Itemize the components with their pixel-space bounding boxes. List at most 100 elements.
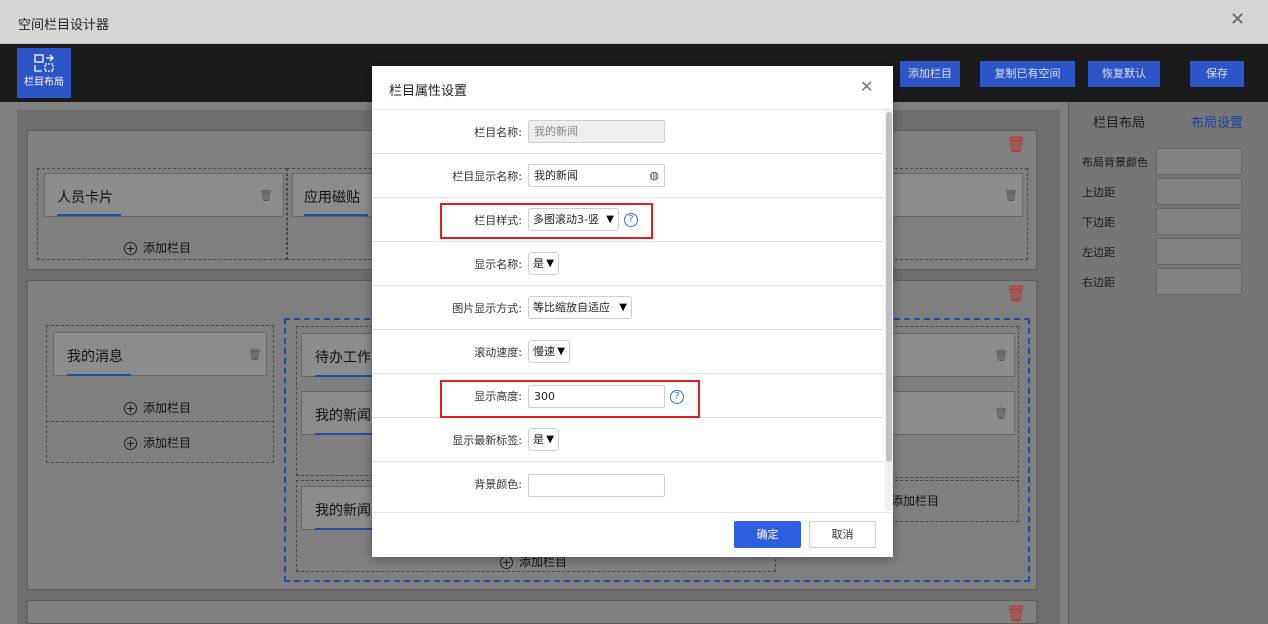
form-row: 背景颜色: [372, 462, 884, 506]
add-column-link[interactable]: + 添加栏目 [124, 239, 191, 256]
add-column-link-label: 添加栏目 [143, 436, 192, 450]
field-label: 上边距 [1082, 186, 1115, 199]
add-column-link-label: 添加栏目 [143, 241, 192, 255]
image-display-value: 等比缩放自适应 [533, 301, 610, 314]
form-label: 图片显示方式: [452, 302, 522, 315]
column-card-title: 我的新闻 [315, 408, 371, 424]
plus-circle-icon: + [124, 402, 137, 415]
column-card-title: 人员卡片 [57, 190, 113, 206]
layout-button[interactable]: 栏目布局 [17, 48, 71, 98]
dialog-close-icon[interactable]: ✕ [860, 77, 873, 96]
add-column-button[interactable]: 添加栏目 [900, 61, 960, 87]
delete-column-icon[interactable]: 🗑 [994, 407, 1008, 420]
tab-column-layout[interactable]: 栏目布局 [1093, 112, 1145, 131]
form-label: 背景颜色: [474, 478, 522, 491]
show-name-value: 是 [533, 257, 544, 270]
add-column-link[interactable]: 添加栏目 [891, 492, 939, 509]
card-underline [315, 528, 375, 530]
globe-icon[interactable]: ◍ [649, 165, 659, 186]
display-name-value: 我的新闻 [534, 169, 578, 182]
delete-column-icon[interactable]: 🗑 [248, 348, 262, 361]
window-close-icon[interactable]: ✕ [1230, 9, 1245, 30]
form-row: 显示名称: 是 ▼ [372, 242, 884, 286]
form-row: 栏目名称: 我的新闻 [372, 110, 884, 154]
scrollbar-thumb[interactable] [886, 112, 892, 462]
dialog-header: 栏目属性设置 ✕ [372, 66, 893, 110]
form-row: 图片显示方式: 等比缩放自适应 ▼ [372, 286, 884, 330]
left-margin-field[interactable] [1156, 238, 1242, 265]
highlight-box [440, 380, 700, 418]
tab-layout-settings[interactable]: 布局设置 [1191, 112, 1243, 131]
column-name-input: 我的新闻 [528, 120, 665, 143]
highlight-box [440, 203, 653, 239]
add-column-link-label: 添加栏目 [891, 494, 940, 508]
top-margin-field[interactable] [1156, 178, 1242, 205]
layout-icon [34, 54, 54, 72]
add-column-link-label: 添加栏目 [143, 401, 192, 415]
chevron-down-icon: ▼ [546, 258, 554, 269]
card-underline [304, 214, 368, 216]
show-name-select[interactable]: 是 ▼ [528, 252, 559, 275]
form-label: 显示名称: [474, 258, 522, 271]
form-label: 栏目显示名称: [452, 170, 522, 183]
chevron-down-icon: ▼ [557, 346, 565, 357]
field-label: 布局背景颜色 [1082, 156, 1148, 169]
delete-column-icon[interactable]: 🗑 [259, 189, 273, 202]
column-card-title: 我的消息 [67, 349, 123, 365]
scroll-speed-value: 慢速 [533, 345, 555, 358]
dialog-footer-divider [372, 512, 893, 513]
save-button[interactable]: 保存 [1190, 61, 1244, 87]
dialog-title: 栏目属性设置 [389, 84, 468, 99]
card-underline [315, 375, 375, 377]
delete-row-icon[interactable]: 🗑 [1006, 135, 1026, 154]
plus-circle-icon: + [124, 437, 137, 450]
chevron-down-icon: ▼ [546, 434, 554, 445]
form-row: 栏目显示名称: 我的新闻 ◍ [372, 154, 884, 198]
copy-space-button[interactable]: 复制已有空间 [980, 61, 1075, 87]
plus-circle-icon: + [500, 556, 513, 569]
card-underline [315, 433, 375, 435]
delete-row-icon[interactable]: 🗑 [1006, 284, 1026, 303]
background-color-input[interactable] [528, 474, 665, 497]
delete-column-icon[interactable]: 🗑 [1004, 189, 1018, 202]
column-card-title: 待办工作 [315, 350, 371, 366]
form-row: 显示最新标签: 是 ▼ [372, 418, 884, 462]
column-card-title: 应用磁贴 [304, 190, 360, 206]
add-column-link-label: 添加栏目 [519, 555, 568, 569]
show-latest-tag-value: 是 [533, 433, 544, 446]
right-margin-field[interactable] [1156, 268, 1242, 295]
card-underline [67, 374, 131, 376]
restore-default-button[interactable]: 恢复默认 [1088, 61, 1160, 87]
column-properties-dialog: 栏目属性设置 ✕ 栏目名称: 我的新闻 栏目显示名称: 我的新闻 ◍ 栏目样式: … [372, 66, 893, 557]
bg-color-field[interactable] [1156, 148, 1242, 175]
column-card[interactable] [885, 173, 1023, 217]
window-title: 空间栏目设计器 [18, 18, 110, 33]
form-label: 滚动速度: [474, 346, 522, 359]
cancel-button[interactable]: 取消 [809, 521, 876, 548]
form-row: 滚动速度: 慢速 ▼ [372, 330, 884, 374]
delete-column-icon[interactable]: 🗑 [994, 349, 1008, 362]
right-settings-panel: 栏目布局 布局设置 布局背景颜色 上边距 下边距 左边距 右边距 [1068, 102, 1268, 624]
display-name-input[interactable]: 我的新闻 ◍ [528, 164, 665, 187]
chevron-down-icon: ▼ [619, 302, 627, 313]
plus-circle-icon: + [124, 242, 137, 255]
scroll-speed-select[interactable]: 慢速 ▼ [528, 340, 570, 363]
add-column-link[interactable]: + 添加栏目 [124, 434, 191, 451]
add-column-link[interactable]: + 添加栏目 [124, 399, 191, 416]
form-label: 显示最新标签: [452, 434, 522, 447]
slot-divider [46, 421, 274, 422]
confirm-button[interactable]: 确定 [734, 521, 801, 548]
field-label: 左边距 [1082, 246, 1115, 259]
window-titlebar: 空间栏目设计器 ✕ [0, 0, 1268, 44]
layout-row-3[interactable] [27, 600, 1037, 624]
field-label: 下边距 [1082, 216, 1115, 229]
form-label: 栏目名称: [474, 126, 522, 139]
show-latest-tag-select[interactable]: 是 ▼ [528, 428, 559, 451]
field-label: 右边距 [1082, 276, 1115, 289]
image-display-select[interactable]: 等比缩放自适应 ▼ [528, 296, 632, 319]
layout-button-label: 栏目布局 [24, 77, 64, 88]
delete-row-icon[interactable]: 🗑 [1006, 604, 1026, 623]
column-card-title: 我的新闻 [315, 503, 371, 519]
bottom-margin-field[interactable] [1156, 208, 1242, 235]
card-underline [57, 214, 121, 216]
